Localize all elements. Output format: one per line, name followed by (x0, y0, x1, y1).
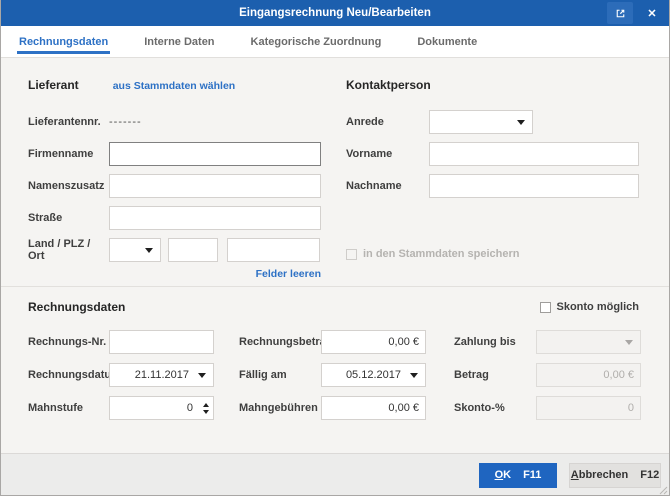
dunning-level-stepper[interactable] (109, 396, 214, 420)
supplier-column: Lieferant aus Stammdaten wählen Lieferan… (28, 78, 346, 286)
invoice-no-label: Rechnungs-Nr. (28, 336, 107, 348)
tab-dokumente[interactable]: Dokumente (415, 26, 479, 57)
clear-fields-link[interactable]: Felder leeren (256, 268, 321, 280)
skonto-possible-checkbox[interactable]: Skonto möglich (539, 301, 639, 313)
popout-button[interactable] (607, 2, 633, 24)
discount-percent-label: Skonto-% (454, 402, 505, 414)
country-plz-city-label: Land / PLZ / Ort (28, 238, 91, 262)
discount-amount-input (536, 363, 641, 387)
checkbox-icon (346, 248, 357, 260)
footer-bar: OK F11 Abbrechen F12 (1, 453, 669, 495)
invoice-date-label: Rechnungsdatum (28, 369, 121, 381)
titlebar-buttons: ✕ (607, 0, 665, 26)
cancel-shortcut: F12 (640, 469, 660, 481)
lastname-input[interactable] (429, 174, 639, 198)
country-select[interactable] (109, 238, 161, 262)
tab-kategorische-zuordnung[interactable]: Kategorische Zuordnung (249, 26, 384, 57)
invoice-no-input[interactable] (109, 330, 214, 354)
invoice-fields-grid: Rechnungs-Nr. Rechnungsbetrag Zahlung bi… (28, 330, 641, 420)
dialog-content: Lieferant aus Stammdaten wählen Lieferan… (1, 58, 669, 453)
invoice-dialog: Eingangsrechnung Neu/Bearbeiten ✕ Rechnu… (0, 0, 670, 496)
spinner-down-icon[interactable] (203, 409, 209, 414)
upper-section: Lieferant aus Stammdaten wählen Lieferan… (1, 58, 669, 287)
firstname-input[interactable] (429, 142, 639, 166)
company-name-input[interactable] (109, 142, 321, 166)
chevron-down-icon (410, 373, 418, 378)
invoice-section: Rechnungsdaten Skonto möglich Rechnungs-… (1, 287, 669, 420)
dialog-title: Eingangsrechnung Neu/Bearbeiten (239, 7, 431, 19)
dunning-level-input[interactable] (110, 397, 199, 419)
name-suffix-input[interactable] (109, 174, 321, 198)
supplier-number-value: ------- (109, 116, 142, 128)
company-name-label: Firmenname (28, 148, 94, 160)
firstname-label: Vorname (346, 148, 393, 160)
discount-amount-label: Betrag (454, 369, 489, 381)
tab-interne-daten[interactable]: Interne Daten (142, 26, 216, 57)
street-label: Straße (28, 212, 63, 224)
discount-percent-input (536, 396, 641, 420)
invoice-heading: Rechnungsdaten (28, 300, 126, 314)
chevron-down-icon (198, 373, 206, 378)
tabbar: Rechnungsdaten Interne Daten Kategorisch… (1, 26, 669, 58)
supplier-number-label: Lieferantennr. (28, 116, 101, 128)
resize-grip[interactable] (657, 484, 668, 495)
ok-shortcut: F11 (523, 469, 542, 481)
chevron-down-icon (145, 248, 153, 253)
close-icon: ✕ (647, 7, 657, 20)
dunning-level-label: Mahnstufe (28, 402, 83, 414)
invoice-amount-label: Rechnungsbetrag (239, 336, 333, 348)
due-date-picker[interactable]: 05.12.2017 (321, 363, 426, 387)
tab-rechnungsdaten[interactable]: Rechnungsdaten (17, 26, 111, 57)
salutation-label: Anrede (346, 116, 384, 128)
dunning-fee-input[interactable] (321, 396, 426, 420)
plz-input[interactable] (168, 238, 218, 262)
ok-button[interactable]: OK F11 (479, 462, 557, 488)
contact-heading: Kontaktperson (346, 78, 431, 92)
chevron-down-icon (517, 120, 525, 125)
pay-until-select (536, 330, 641, 354)
invoice-date-picker[interactable]: 21.11.2017 (109, 363, 214, 387)
spinner-buttons[interactable] (199, 397, 213, 419)
cancel-button[interactable]: Abbrechen F12 (569, 462, 661, 488)
due-date-label: Fällig am (239, 369, 287, 381)
lastname-label: Nachname (346, 180, 402, 192)
popout-icon (616, 9, 624, 17)
invoice-amount-input[interactable] (321, 330, 426, 354)
salutation-select[interactable] (429, 110, 533, 134)
spinner-up-icon[interactable] (203, 402, 209, 407)
pay-until-label: Zahlung bis (454, 336, 516, 348)
close-button[interactable]: ✕ (639, 2, 665, 24)
titlebar: Eingangsrechnung Neu/Bearbeiten ✕ (1, 0, 669, 26)
city-input[interactable] (227, 238, 320, 262)
name-suffix-label: Namenszusatz (28, 180, 105, 192)
choose-from-masterdata-link[interactable]: aus Stammdaten wählen (113, 80, 236, 92)
dunning-fee-label: Mahngebühren (239, 402, 318, 414)
supplier-heading: Lieferant (28, 78, 79, 92)
save-to-masterdata-checkbox: in den Stammdaten speichern (346, 248, 639, 260)
street-input[interactable] (109, 206, 321, 230)
contact-column: Kontaktperson Anrede Vorname Nachname in… (346, 78, 639, 286)
chevron-down-icon (625, 340, 633, 345)
checkbox-icon (539, 301, 551, 313)
